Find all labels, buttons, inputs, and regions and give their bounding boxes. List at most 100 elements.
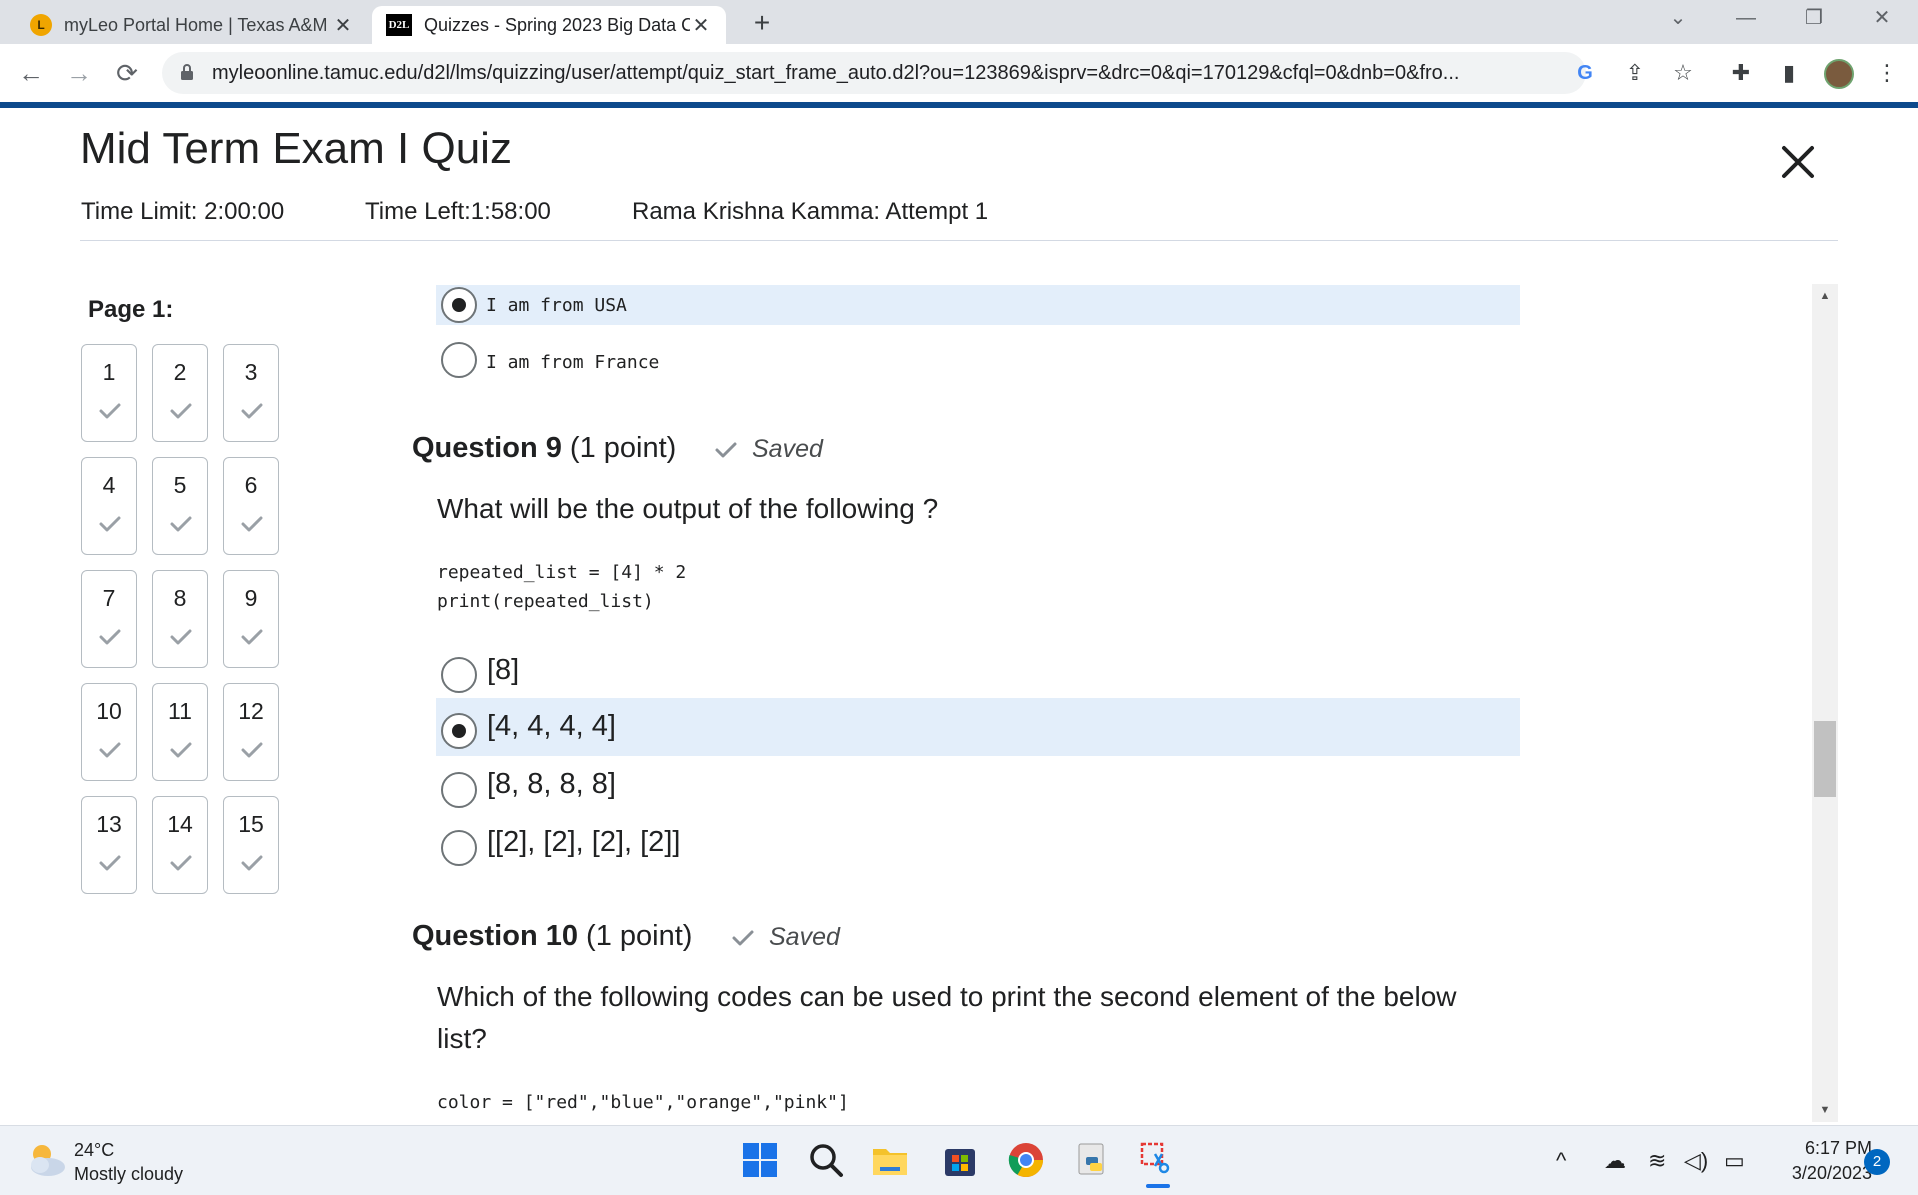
question-number: 12 xyxy=(238,698,264,724)
question-nav-button[interactable]: 2 xyxy=(152,344,208,442)
question-number: 14 xyxy=(167,811,193,837)
close-tab-icon[interactable]: ✕ xyxy=(690,13,712,38)
volume-icon[interactable]: ◁) xyxy=(1684,1148,1708,1174)
minimize-button[interactable]: — xyxy=(1722,0,1770,36)
browser-menu-icon[interactable]: ⋮ xyxy=(1872,58,1902,88)
tab-myleo-portal[interactable]: L myLeo Portal Home | Texas A&M ✕ xyxy=(16,6,368,44)
tab-quizzes[interactable]: D2L Quizzes - Spring 2023 Big Data C ✕ xyxy=(372,6,726,44)
option-row[interactable] xyxy=(436,652,1520,702)
onedrive-cloud-icon[interactable]: ☁ xyxy=(1604,1148,1626,1174)
checkmark-icon xyxy=(99,629,121,645)
time-limit: Time Limit: 2:00:00 xyxy=(81,198,285,225)
question-number: 13 xyxy=(96,811,122,837)
question-nav-button[interactable]: 11 xyxy=(152,683,208,781)
tab-title: myLeo Portal Home | Texas A&M xyxy=(64,14,328,35)
checkmark-icon xyxy=(241,855,263,871)
extensions-puzzle-icon[interactable]: ✚ xyxy=(1726,58,1756,88)
close-quiz-icon[interactable] xyxy=(1776,140,1820,184)
radio-selected[interactable] xyxy=(441,287,477,323)
question-nav-button[interactable]: 12 xyxy=(223,683,279,781)
scroll-down-arrow-icon[interactable]: ▼ xyxy=(1812,1104,1838,1116)
content-scrollbar[interactable]: ▲ ▼ xyxy=(1812,284,1838,1122)
weather-cloud-sun-icon[interactable] xyxy=(24,1140,68,1180)
chevron-up-icon[interactable]: ^ xyxy=(1556,1148,1566,1174)
weather-condition: Mostly cloudy xyxy=(74,1164,184,1184)
question-10-text: Which of the following codes can be used… xyxy=(437,981,1457,1012)
close-window-button[interactable]: ✕ xyxy=(1858,0,1906,36)
scroll-up-arrow-icon[interactable]: ▲ xyxy=(1812,290,1838,302)
question-nav-button[interactable]: 1 xyxy=(81,344,137,442)
battery-icon[interactable]: ▭ xyxy=(1724,1148,1745,1174)
python-idle-icon[interactable] xyxy=(1072,1140,1112,1180)
option-row[interactable]: I am from France xyxy=(436,342,1520,382)
question-number: 3 xyxy=(244,359,258,385)
chrome-icon[interactable] xyxy=(1006,1140,1046,1180)
question-nav-button[interactable]: 15 xyxy=(223,796,279,894)
question-nav-button[interactable]: 7 xyxy=(81,570,137,668)
reload-button[interactable]: ⟳ xyxy=(110,56,144,90)
checkmark-icon xyxy=(732,930,754,946)
d2l-logo-icon: D2L xyxy=(386,14,412,36)
file-explorer-icon[interactable] xyxy=(870,1140,910,1180)
weather-widget[interactable]: 24°C Mostly cloudy xyxy=(74,1138,183,1186)
question-nav-button[interactable]: 9 xyxy=(223,570,279,668)
question-number: 1 xyxy=(102,359,116,385)
windows-start-icon[interactable] xyxy=(740,1140,780,1180)
checkmark-icon xyxy=(170,516,192,532)
notification-badge[interactable]: 2 xyxy=(1864,1149,1890,1175)
profile-avatar[interactable] xyxy=(1824,59,1854,89)
checkmark-icon xyxy=(170,403,192,419)
google-translate-icon[interactable]: G xyxy=(1572,60,1598,86)
snipping-tool-icon[interactable] xyxy=(1138,1140,1178,1180)
question-nav-button[interactable]: 4 xyxy=(81,457,137,555)
back-button[interactable]: ← xyxy=(14,56,48,90)
radio-unselected[interactable] xyxy=(441,830,477,866)
question-nav-button[interactable]: 13 xyxy=(81,796,137,894)
browser-toolbar: ← → ⟳ myleoonline.tamuc.edu/d2l/lms/quiz… xyxy=(0,44,1918,102)
clock[interactable]: 6:17 PM 3/20/2023 xyxy=(1762,1136,1872,1186)
question-nav-button[interactable]: 5 xyxy=(152,457,208,555)
question-label: Question 9 xyxy=(412,432,562,464)
question-nav-button[interactable]: 10 xyxy=(81,683,137,781)
tab-search-chevron-icon[interactable]: ⌄ xyxy=(1654,0,1702,36)
radio-unselected[interactable] xyxy=(441,657,477,693)
question-number: 11 xyxy=(168,698,192,724)
active-app-indicator xyxy=(1146,1184,1170,1188)
option-text: [[2], [2], [2], [2]] xyxy=(487,826,681,858)
forward-button[interactable]: → xyxy=(62,56,96,90)
share-icon[interactable]: ⇪ xyxy=(1620,58,1650,88)
side-panel-icon[interactable]: ▮ xyxy=(1774,58,1804,88)
quiz-title: Mid Term Exam I Quiz xyxy=(80,124,512,173)
search-icon[interactable] xyxy=(806,1140,846,1180)
option-text: [4, 4, 4, 4] xyxy=(487,710,616,742)
option-row[interactable]: I am from USA xyxy=(436,285,1520,325)
question-nav-button[interactable]: 14 xyxy=(152,796,208,894)
scrollbar-thumb[interactable] xyxy=(1814,721,1836,797)
checkmark-icon xyxy=(170,629,192,645)
question-10-heading: Question 10 (1 point) xyxy=(412,920,692,953)
bookmark-star-icon[interactable]: ☆ xyxy=(1668,58,1698,88)
checkmark-icon xyxy=(99,403,121,419)
radio-unselected[interactable] xyxy=(441,772,477,808)
checkmark-icon xyxy=(170,855,192,871)
restore-button[interactable]: ❐ xyxy=(1790,0,1838,36)
question-label: Question 10 xyxy=(412,920,578,952)
question-10-text: list? xyxy=(437,1023,487,1054)
brand-accent-bar xyxy=(0,102,1918,108)
question-number: 2 xyxy=(173,359,187,385)
question-9-heading: Question 9 (1 point) xyxy=(412,432,676,465)
radio-selected[interactable] xyxy=(441,713,477,749)
attempt-info: Rama Krishna Kamma: Attempt 1 xyxy=(632,198,989,225)
question-9-text: What will be the output of the following… xyxy=(437,493,939,524)
question-nav-button[interactable]: 6 xyxy=(223,457,279,555)
close-tab-icon[interactable]: ✕ xyxy=(332,13,354,38)
wifi-icon[interactable]: ≋ xyxy=(1648,1148,1666,1174)
question-nav-button[interactable]: 3 xyxy=(223,344,279,442)
microsoft-store-icon[interactable] xyxy=(940,1140,980,1180)
time-left: Time Left:1:58:00 xyxy=(365,198,551,225)
new-tab-button[interactable]: + xyxy=(744,6,780,42)
saved-status: Saved xyxy=(715,435,823,464)
radio-unselected[interactable] xyxy=(441,342,477,378)
address-bar[interactable]: myleoonline.tamuc.edu/d2l/lms/quizzing/u… xyxy=(162,52,1593,94)
question-nav-button[interactable]: 8 xyxy=(152,570,208,668)
